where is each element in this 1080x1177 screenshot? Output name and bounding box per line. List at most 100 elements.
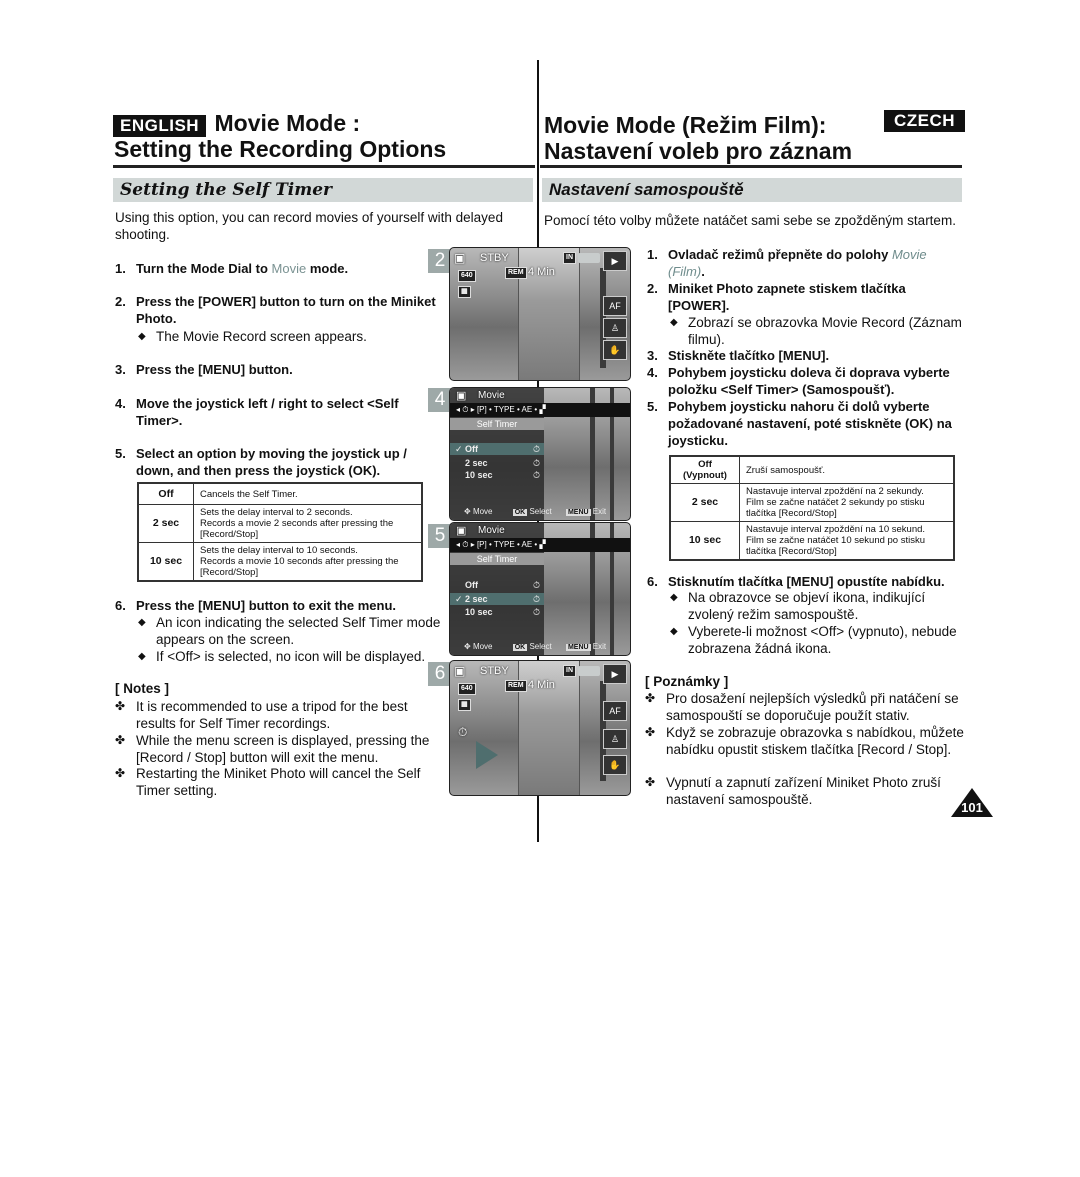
diamond-bullet-icon: ◆: [670, 626, 678, 637]
standby-status: STBY: [480, 665, 509, 677]
english-header: ENGLISH Movie Mode :: [113, 110, 360, 137]
diamond-bullet-icon: ◆: [670, 317, 678, 328]
diamond-bullet-icon: ◆: [138, 651, 146, 662]
check-icon: ✓: [455, 594, 463, 604]
czech-step-6-sub-2: ◆ Vyberete-li možnost <Off> (vypnuto), n…: [670, 624, 957, 656]
czech-step-2: 2. Miniket Photo zapnete stiskem tlačítk…: [647, 281, 906, 313]
lcd-screen-step-2: ▣ STBY 640 REM 4 Min ▦ IN ▶ AF ♙ ✋: [449, 247, 631, 381]
lcd-screen-step-6: ▣ STBY 640 REM 4 Min ▦ ⏱ IN ▶ AF ♙ ✋: [449, 660, 631, 796]
quality-icon: ▦: [458, 286, 471, 298]
english-notes-heading: [ Notes ]: [115, 681, 169, 696]
page-number: 101: [961, 800, 983, 815]
english-title-line1: Movie Mode :: [214, 110, 361, 136]
remaining-label: REM: [505, 267, 527, 279]
internal-memory-icon: IN: [563, 665, 576, 677]
czech-options-table: Off (Vypnout) Zruší samospoušť. 2 sec Na…: [669, 455, 955, 561]
camcorder-icon: ▣: [454, 251, 466, 265]
remaining-time: 4 Min: [528, 679, 555, 691]
playback-icon[interactable]: ▶: [603, 251, 627, 271]
english-step-6: 6. Press the [MENU] button to exit the m…: [115, 598, 397, 613]
clover-bullet-icon: ✤: [645, 691, 656, 705]
camcorder-icon: ▣: [456, 525, 467, 537]
english-step-2: 2. Press the [POWER] button to turn on t…: [115, 294, 436, 326]
menu-tab-bar[interactable]: ◂ ⏱ ▸ [P] • TYPE • AE • ▞: [450, 538, 630, 552]
mode-label: Movie: [478, 525, 505, 536]
quality-icon: ▦: [458, 699, 471, 711]
battery-icon: [578, 253, 600, 263]
english-step-6-sub-2: ◆ If <Off> is selected, no icon will be …: [138, 649, 426, 664]
timer-off-icon: ⏱: [532, 580, 540, 590]
camcorder-icon: ▣: [456, 390, 467, 402]
table-row: 10 sec Sets the delay interval to 10 sec…: [137, 542, 423, 582]
english-title-rule: [113, 165, 535, 168]
diamond-bullet-icon: ◆: [138, 331, 146, 342]
timer-10sec-icon: ⏱: [532, 470, 540, 480]
stabilizer-icon: ✋: [603, 340, 627, 360]
english-note-1: ✤ It is recommended to use a tripod for …: [115, 699, 408, 731]
movie-mode-accent: Movie: [271, 261, 307, 276]
table-row: 2 sec Sets the delay interval to 2 secon…: [137, 504, 423, 543]
menu-option-off[interactable]: ✓ Off ⏱: [450, 443, 544, 455]
table-row: Off Cancels the Self Timer.: [137, 482, 423, 505]
resolution-icon: 640: [458, 270, 476, 282]
czech-step-4: 4. Pohybem joysticku doleva či doprava v…: [647, 365, 950, 397]
mode-label: Movie: [478, 390, 505, 401]
menu-option-10sec[interactable]: 10 sec ⏱: [450, 469, 544, 481]
czech-step-2-sub: ◆ Zobrazí se obrazovka Movie Record (Záz…: [670, 315, 962, 347]
lcd-screen-step-4: ▣ Movie ◂ ⏱ ▸ [P] • TYPE • AE • ▞ Self T…: [449, 387, 631, 521]
czech-section-bar: Nastavení samospouště: [542, 178, 962, 202]
english-step-6-sub-1: ◆ An icon indicating the selected Self T…: [138, 615, 441, 647]
joystick-icon: ✥: [464, 507, 471, 516]
english-step-4: 4. Move the joystick left / right to sel…: [115, 396, 399, 428]
english-options-table: Off Cancels the Self Timer. 2 sec Sets t…: [137, 482, 423, 582]
diamond-bullet-icon: ◆: [670, 592, 678, 603]
resolution-icon: 640: [458, 683, 476, 695]
clover-bullet-icon: ✤: [645, 775, 656, 789]
playback-icon[interactable]: ▶: [603, 664, 627, 684]
remaining-time: 4 Min: [528, 266, 555, 278]
menu-footer: ✥ Move OK Select MENU Exit: [450, 641, 630, 653]
czech-section-title: Nastavení samospouště: [549, 180, 744, 199]
english-step-5: 5. Select an option by moving the joysti…: [115, 446, 407, 478]
czech-step-1: 1. Ovladač režimů přepněte do polohy Mov…: [647, 247, 927, 279]
battery-icon: [578, 666, 600, 676]
table-row: 10 sec Nastavuje interval zpoždění na 10…: [669, 521, 955, 561]
menu-title: Self Timer: [450, 553, 544, 565]
menu-option-10sec[interactable]: 10 sec ⏱: [450, 606, 544, 618]
menu-option-2sec[interactable]: ✓ 2 sec ⏱: [450, 593, 544, 605]
english-section-bar: Setting the Self Timer: [113, 178, 533, 202]
czech-title-line2: Nastavení voleb pro záznam: [544, 138, 853, 164]
czech-title-line1: Movie Mode (Režim Film):: [544, 112, 827, 138]
czech-step-5: 5. Pohybem joysticku nahoru či dolů vybe…: [647, 399, 952, 448]
menu-footer: ✥ Move OK Select MENU Exit: [450, 506, 630, 518]
menu-option-2sec[interactable]: 2 sec ⏱: [450, 457, 544, 469]
czech-intro: Pomocí této volby můžete natáčet sami se…: [544, 213, 956, 228]
menu-title: Self Timer: [450, 418, 544, 430]
english-title-line2: Setting the Recording Options: [114, 136, 447, 162]
english-step-3: 3. Press the [MENU] button.: [115, 362, 293, 377]
menu-tab-bar[interactable]: ◂ ⏱ ▸ [P] • TYPE • AE • ▞: [450, 403, 630, 417]
camcorder-icon: ▣: [454, 664, 466, 678]
menu-option-off[interactable]: Off ⏱: [450, 579, 544, 591]
timer-2sec-icon: ⏱: [532, 458, 540, 468]
pointer-arrow-icon: [476, 741, 498, 769]
table-row: Off (Vypnout) Zruší samospoušť.: [669, 455, 955, 484]
english-language-badge: ENGLISH: [113, 115, 207, 137]
english-section-title: Setting the Self Timer: [120, 180, 333, 200]
czech-note-2: ✤ Když se zobrazuje obrazovka s nabídkou…: [645, 725, 964, 757]
timer-off-icon: ⏱: [532, 444, 540, 454]
czech-notes-heading: [ Poznámky ]: [645, 674, 729, 689]
timer-2sec-icon: ⏱: [532, 594, 540, 604]
clover-bullet-icon: ✤: [645, 725, 656, 739]
english-step-2-sub: ◆ The Movie Record screen appears.: [138, 329, 367, 344]
english-step-1: 1. Turn the Mode Dial to Movie mode.: [115, 261, 349, 276]
czech-header-badge-wrap: CZECH: [884, 110, 966, 132]
czech-language-badge: CZECH: [884, 110, 966, 132]
clover-bullet-icon: ✤: [115, 766, 126, 780]
scene-icon: ♙: [603, 729, 627, 749]
table-row: 2 sec Nastavuje interval zpoždění na 2 s…: [669, 483, 955, 522]
diamond-bullet-icon: ◆: [138, 617, 146, 628]
english-note-2: ✤ While the menu screen is displayed, pr…: [115, 733, 430, 765]
remaining-label: REM: [505, 680, 527, 692]
english-note-3: ✤ Restarting the Miniket Photo will canc…: [115, 766, 421, 798]
